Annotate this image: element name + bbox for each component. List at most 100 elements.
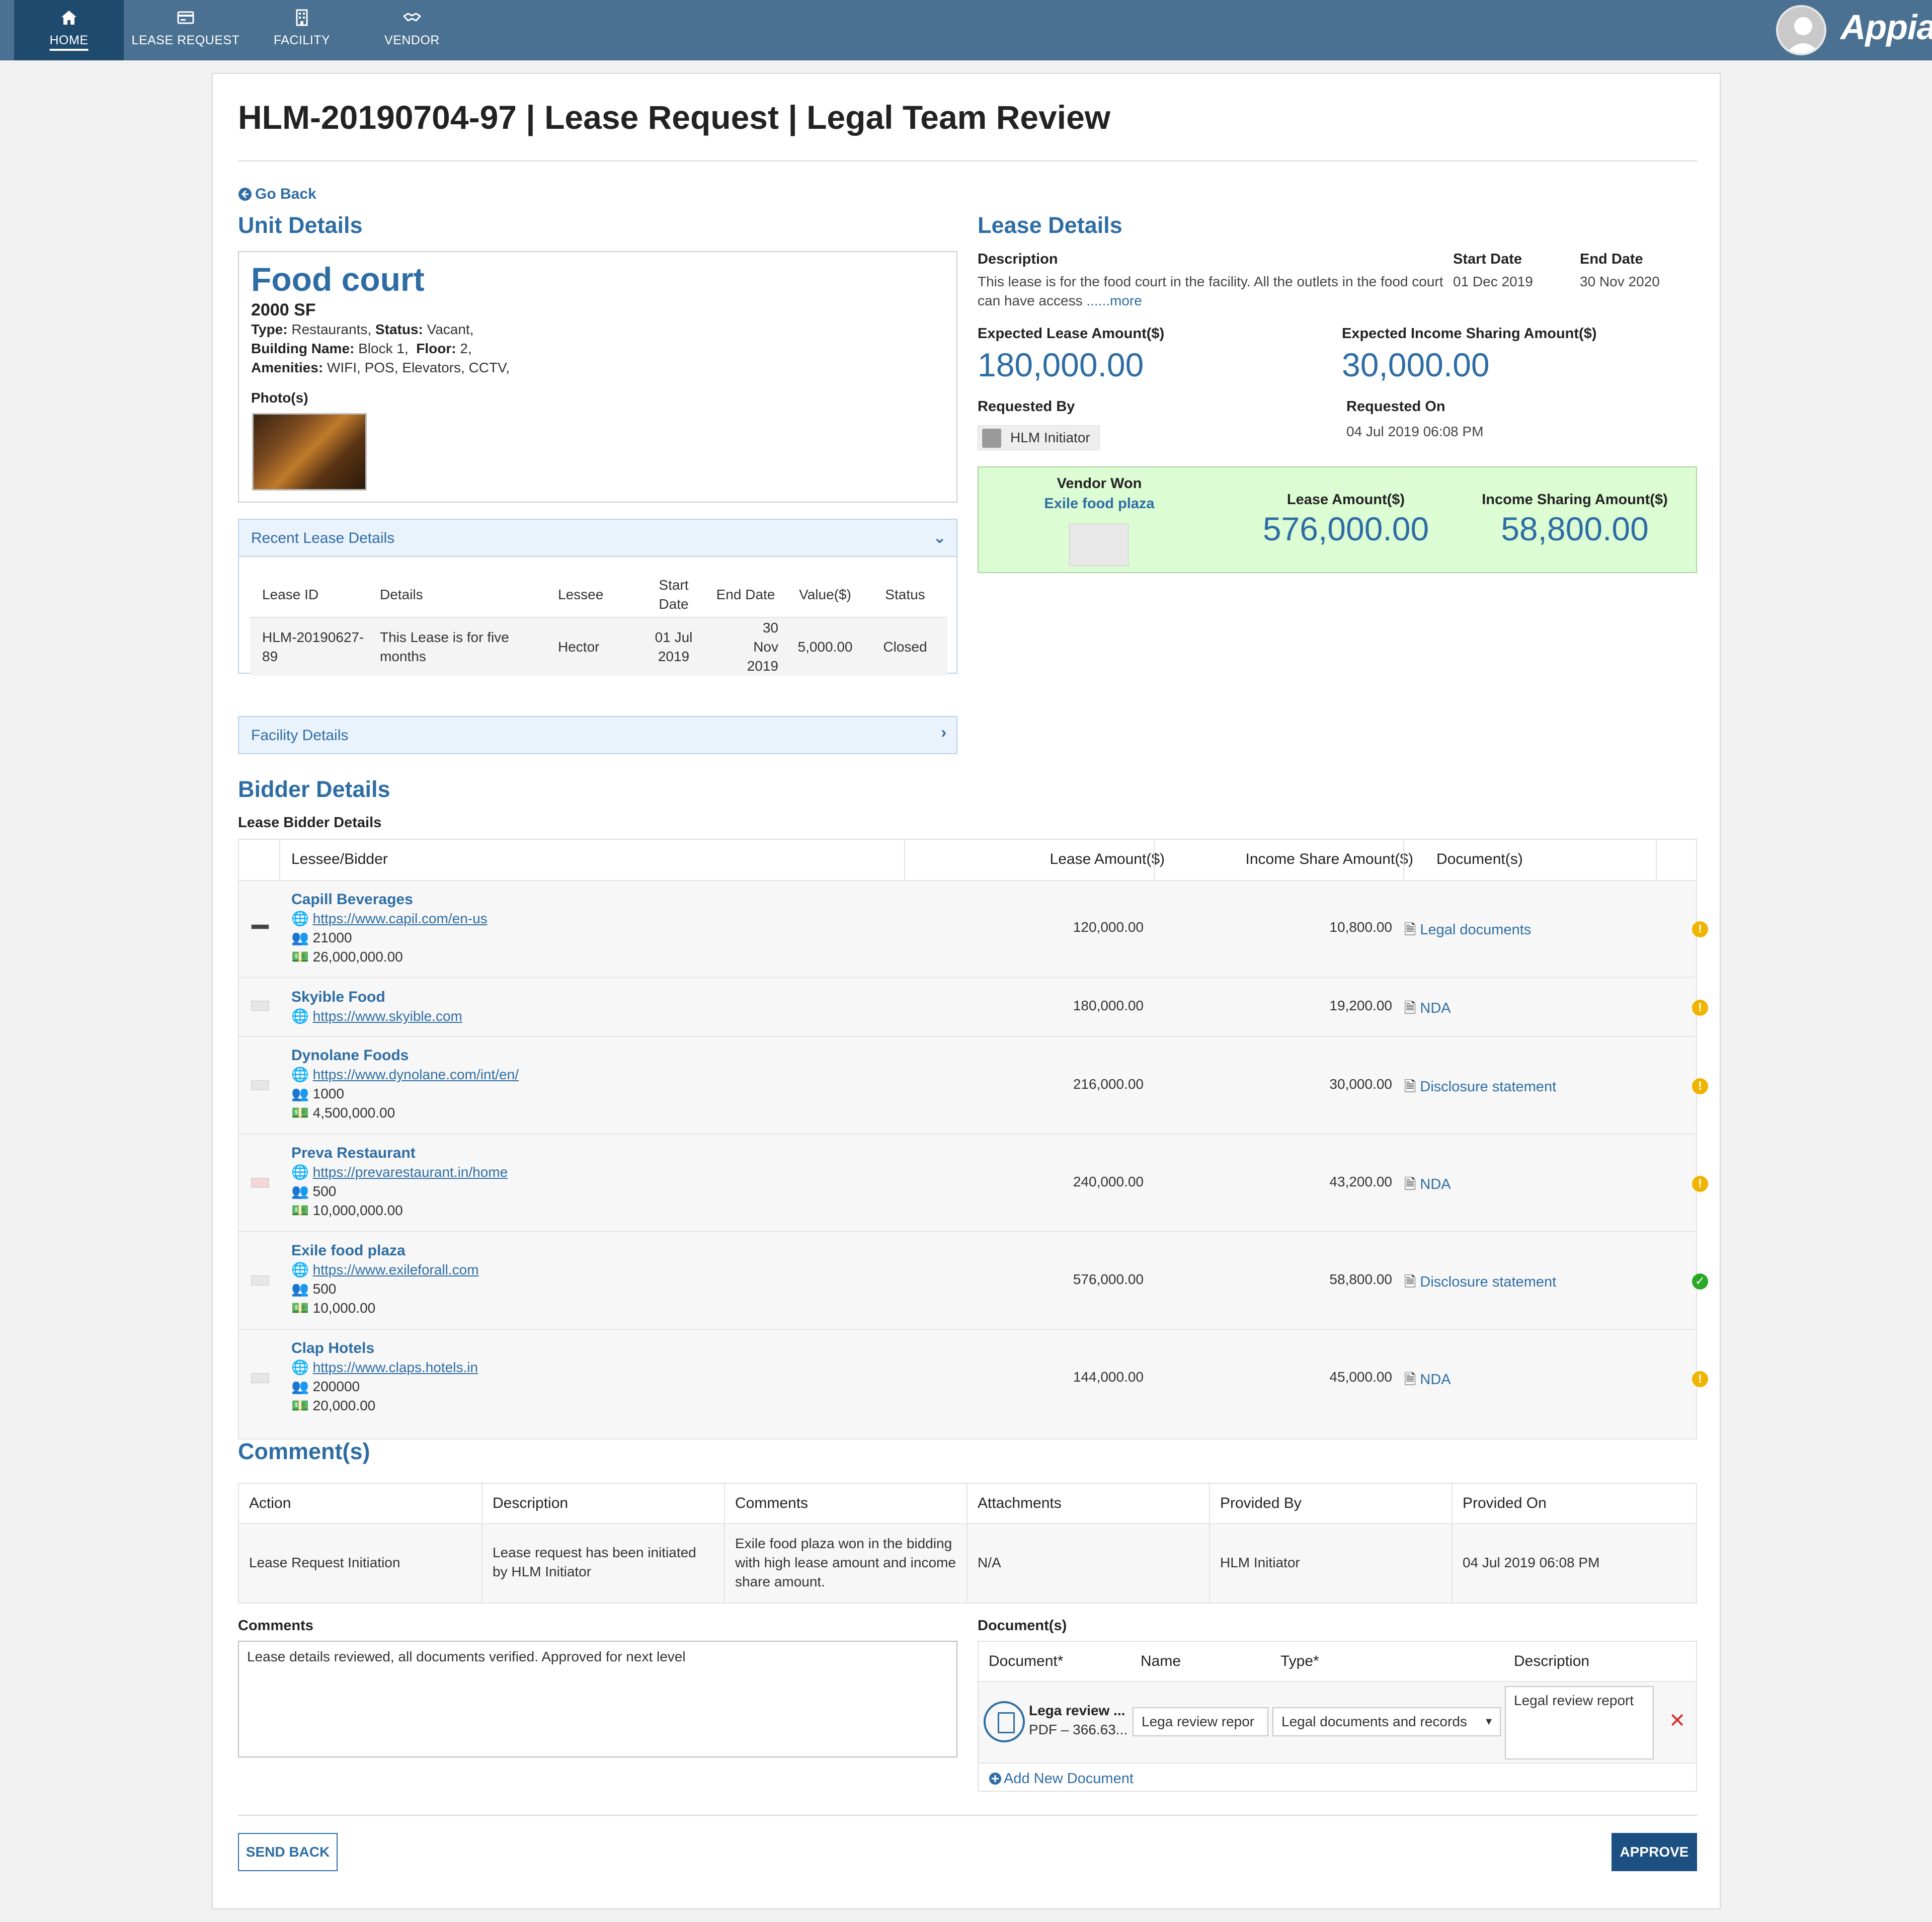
nav-vendor-label: VENDOR <box>384 33 440 47</box>
add-new-document-link[interactable]: Add New Document <box>989 1771 1134 1787</box>
start-cell: 01 Jul 2019 <box>655 629 693 664</box>
document-link[interactable]: NDA <box>1420 1176 1451 1192</box>
bidder-name-link[interactable]: Exile food plaza <box>291 1242 406 1259</box>
bidder-logo <box>251 1178 269 1188</box>
bidder-name-link[interactable]: Preva Restaurant <box>291 1145 416 1162</box>
globe-icon: 🌐 <box>291 1067 309 1082</box>
plus-circle-icon <box>989 1773 1001 1785</box>
col-description: Description <box>493 1495 569 1511</box>
bidder-url-link[interactable]: https://prevarestaurant.in/home <box>313 1164 508 1180</box>
document-link[interactable]: Disclosure statement <box>1420 1274 1556 1290</box>
col-divider <box>481 1484 482 1603</box>
building-value: Block 1, <box>358 341 409 356</box>
details-cell: This Lease is for five months <box>380 629 509 664</box>
vendor-won-label: Vendor Won <box>1057 475 1142 492</box>
bidder-url-link[interactable]: https://www.skyible.com <box>313 1008 462 1024</box>
bidder-employees: 👥 1000 <box>291 1085 344 1102</box>
user-avatar[interactable] <box>1776 5 1826 55</box>
bidder-website: 🌐 https://www.capil.com/en-us <box>291 910 488 927</box>
document-description-input[interactable]: Legal review report <box>1505 1686 1654 1759</box>
document-link[interactable]: Disclosure statement <box>1420 1079 1556 1095</box>
bidder-logo <box>251 1275 269 1286</box>
send-back-button[interactable]: SEND BACK <box>238 1833 338 1871</box>
requested-on-value: 04 Jul 2019 06:08 PM <box>1346 424 1484 439</box>
bidder-revenue: 💵 10,000.00 <box>291 1300 375 1316</box>
facility-details-accordion[interactable]: Facility Details › <box>238 716 957 754</box>
income-amount-cell: 58,800.00 <box>1329 1271 1392 1287</box>
bidder-url-link[interactable]: https://www.dynolane.com/int/en/ <box>313 1067 519 1082</box>
unit-photo-thumbnail[interactable] <box>252 413 367 491</box>
uploaded-file-name[interactable]: Lega review ... <box>1029 1701 1125 1720</box>
more-link[interactable]: ......more <box>1086 293 1142 308</box>
bidder-url-link[interactable]: https://www.exileforall.com <box>313 1262 479 1277</box>
expected-income-label: Expected Income Sharing Amount($) <box>1342 326 1597 342</box>
comments-table: Action Description Comments Attachments … <box>238 1483 1697 1604</box>
nav-facility[interactable]: FACILITY <box>252 0 352 60</box>
document-name-input[interactable]: Lega review repor <box>1133 1707 1268 1736</box>
go-back-label: Go Back <box>255 186 316 202</box>
employees-value: 500 <box>312 1183 337 1199</box>
handshake-icon <box>403 13 421 22</box>
document-link[interactable]: Legal documents <box>1420 922 1531 938</box>
col-description: Description <box>1514 1653 1590 1669</box>
nav-vendor[interactable]: VENDOR <box>362 0 462 60</box>
requested-on-label: Requested On <box>1346 398 1445 415</box>
lease-amount-cell: 240,000.00 <box>1073 1174 1144 1189</box>
document-row: Lega review ... PDF – 366.63... Lega rev… <box>979 1682 1696 1764</box>
lease-details-title: Lease Details <box>978 212 1122 238</box>
bidder-name-link[interactable]: Clap Hotels <box>291 1340 374 1357</box>
lease-id-cell: HLM-20190627-89 <box>262 629 364 664</box>
col-provided-on: Provided On <box>1463 1495 1547 1511</box>
col-start-date: Start Date <box>659 577 689 612</box>
start-date-value: 01 Dec 2019 <box>1453 274 1533 289</box>
bidder-url-link[interactable]: https://www.claps.hotels.in <box>313 1359 478 1375</box>
vendor-won-name[interactable]: Exile food plaza <box>1019 496 1180 512</box>
nav-home[interactable]: HOME <box>14 0 124 60</box>
bidder-logo <box>251 1001 269 1011</box>
file-upload-icon[interactable] <box>984 1701 1025 1742</box>
bidder-name-link[interactable]: Capill Beverages <box>291 891 413 908</box>
nav-lease-request[interactable]: LEASE REQUEST <box>129 0 243 60</box>
employees-value: 200000 <box>312 1379 360 1394</box>
recent-lease-title: Recent Lease Details <box>251 530 395 546</box>
warning-icon: ! <box>1692 1078 1708 1094</box>
floor-value: 2, <box>460 341 472 356</box>
document-link[interactable]: NDA <box>1420 1000 1451 1016</box>
remove-document-icon[interactable]: ✕ <box>1669 1709 1686 1732</box>
document-link[interactable]: NDA <box>1420 1372 1451 1388</box>
col-provided-by: Provided By <box>1220 1495 1302 1511</box>
table-row: Capill Beverages 🌐 https://www.capil.com… <box>239 880 1708 977</box>
bidder-url-link[interactable]: https://www.capil.com/en-us <box>313 911 488 926</box>
building-icon <box>296 9 308 26</box>
unit-details-box: Food court 2000 SF Type: Restaurants, St… <box>238 251 957 503</box>
provided-by-cell: HLM Initiator <box>1220 1555 1300 1570</box>
globe-icon: 🌐 <box>291 1359 309 1375</box>
bidder-employees: 👥 21000 <box>291 929 352 946</box>
table-row: Preva Restaurant 🌐 https://prevarestaura… <box>239 1134 1708 1231</box>
bidder-revenue: 💵 4,500,000.00 <box>291 1104 395 1121</box>
unit-type-status: Type: Restaurants, Status: Vacant, <box>251 322 473 338</box>
document-cell: 🗎 Disclosure statement <box>1404 1271 1556 1296</box>
comments-header: Action Description Comments Attachments … <box>239 1484 1696 1524</box>
money-icon: 💵 <box>291 949 309 965</box>
document-cell: 🗎 Disclosure statement <box>1404 1076 1556 1101</box>
bidder-revenue: 💵 10,000,000.00 <box>291 1202 403 1219</box>
chevron-down-icon: ⌄ <box>933 528 946 546</box>
amenities-value: WIFI, POS, Elevators, CCTV, <box>327 360 510 375</box>
income-amount-cell: 10,800.00 <box>1329 919 1392 935</box>
approve-button[interactable]: APPROVE <box>1612 1833 1697 1871</box>
money-icon: 💵 <box>291 1203 309 1218</box>
col-divider <box>1209 1484 1210 1603</box>
add-new-document-label: Add New Document <box>1004 1771 1134 1787</box>
bidder-name-link[interactable]: Skyible Food <box>291 989 385 1006</box>
requested-by-chip[interactable]: HLM Initiator <box>978 425 1100 450</box>
col-divider <box>1452 1484 1453 1603</box>
bidder-name-link[interactable]: Dynolane Foods <box>291 1047 409 1064</box>
document-type-select[interactable]: Legal documents and records ▼ <box>1272 1707 1501 1736</box>
unit-amenities: Amenities: WIFI, POS, Elevators, CCTV, <box>251 360 510 376</box>
go-back-link[interactable]: Go Back <box>238 186 316 203</box>
recent-lease-accordion[interactable]: Recent Lease Details ⌄ <box>238 519 957 557</box>
lessee-cell: Hector <box>558 638 600 655</box>
comments-textarea[interactable]: Lease details reviewed, all documents ve… <box>238 1641 957 1757</box>
revenue-value: 20,000.00 <box>312 1398 376 1413</box>
